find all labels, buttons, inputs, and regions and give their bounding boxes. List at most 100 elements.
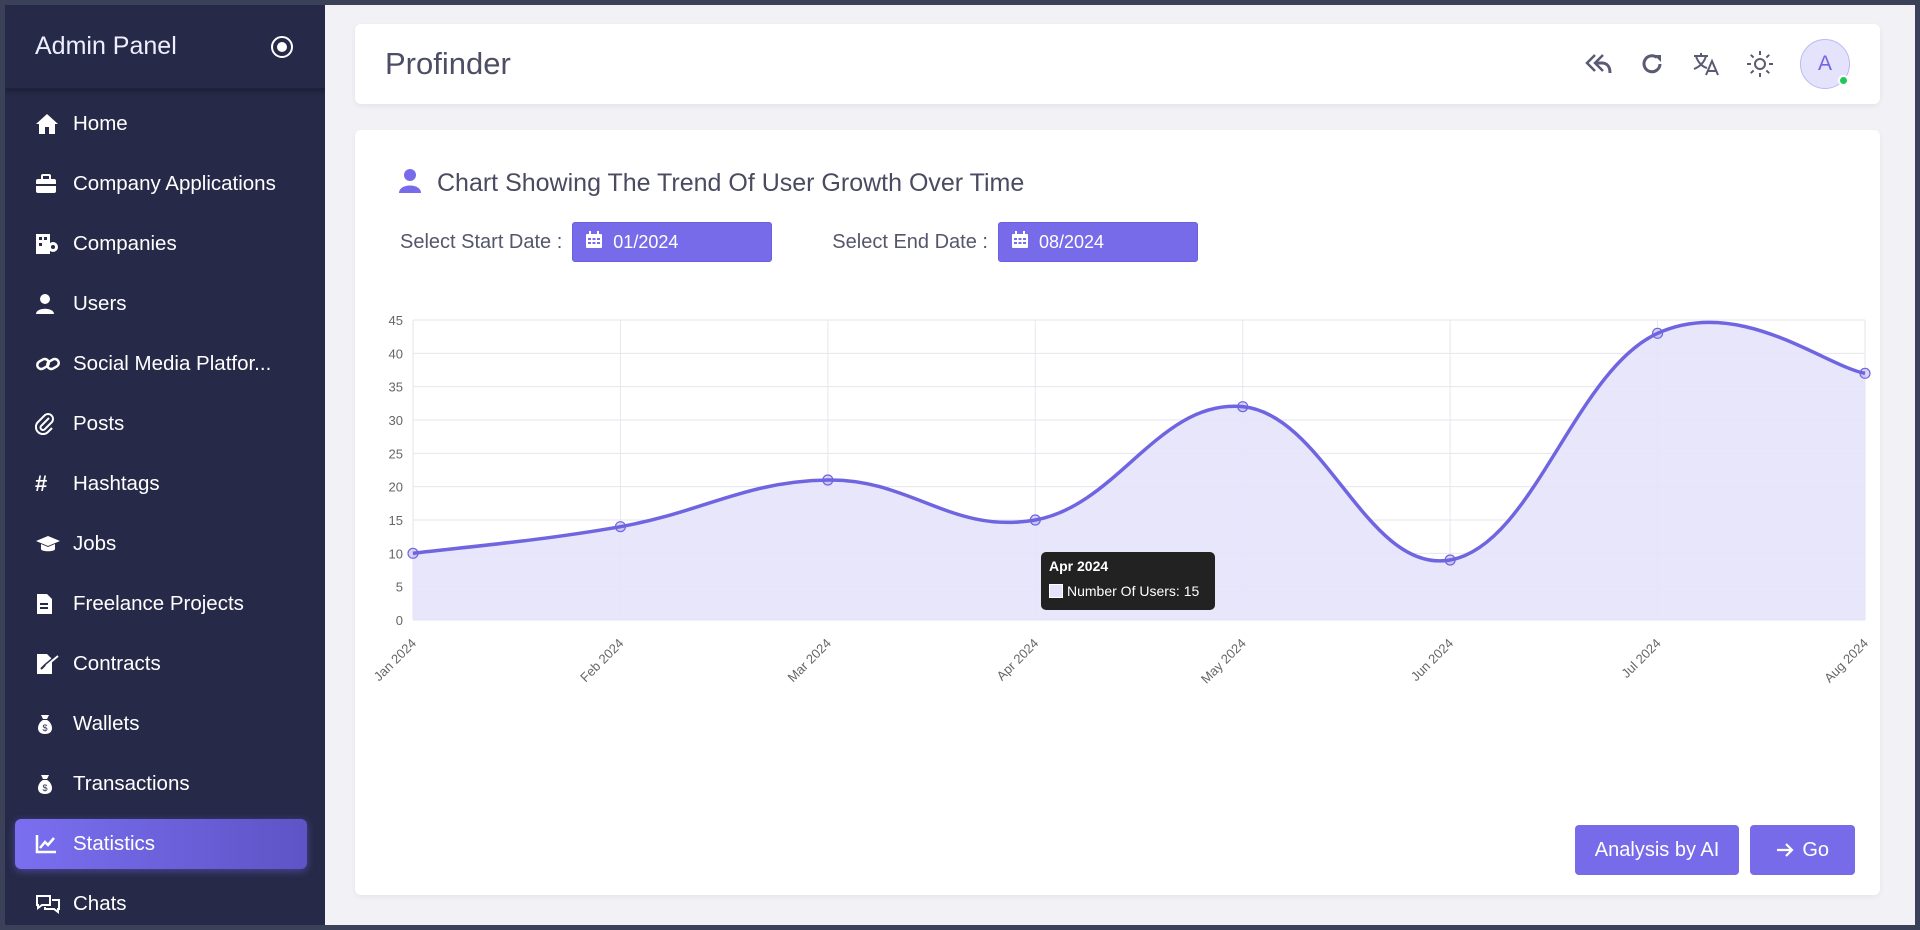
sidebar-item-label: Company Applications bbox=[73, 172, 276, 195]
x-tick-label: May 2024 bbox=[1198, 636, 1249, 687]
translate-icon[interactable] bbox=[1692, 50, 1720, 78]
chart-line-icon bbox=[35, 834, 61, 854]
home-icon bbox=[35, 113, 61, 135]
avatar[interactable]: A bbox=[1800, 39, 1850, 89]
sidebar-item-label: Users bbox=[73, 292, 127, 315]
action-buttons: Analysis by AI Go bbox=[1574, 825, 1855, 875]
end-date-label: Select End Date : bbox=[832, 230, 988, 253]
start-date-value: 01/2024 bbox=[613, 231, 679, 252]
file-signature-icon bbox=[35, 653, 61, 675]
go-button[interactable]: Go bbox=[1750, 825, 1855, 875]
y-tick-label: 20 bbox=[389, 480, 403, 495]
refresh-icon[interactable] bbox=[1638, 50, 1666, 78]
y-tick-label: 25 bbox=[389, 446, 403, 461]
sidebar-item-chats[interactable]: Chats bbox=[15, 879, 307, 925]
data-point bbox=[822, 474, 834, 486]
y-tick-label: 5 bbox=[396, 580, 403, 595]
topbar: Profinder A bbox=[355, 24, 1880, 104]
sidebar-item-label: Jobs bbox=[73, 532, 117, 555]
y-tick-label: 35 bbox=[389, 380, 403, 395]
sidebar-toggle-icon[interactable] bbox=[271, 35, 293, 58]
sidebar-item-users[interactable]: Users bbox=[15, 279, 307, 329]
sidebar-header: Admin Panel bbox=[5, 5, 325, 89]
money-bag-icon: $ bbox=[35, 773, 61, 795]
y-tick-label: 30 bbox=[389, 413, 403, 428]
card-header: Chart Showing The Trend Of User Growth O… bbox=[399, 168, 1024, 199]
y-tick-label: 10 bbox=[389, 546, 403, 561]
avatar-letter: A bbox=[1817, 52, 1832, 75]
briefcase-icon bbox=[35, 174, 61, 194]
sidebar-item-posts[interactable]: Posts bbox=[15, 399, 307, 449]
topbar-actions: A bbox=[1584, 39, 1850, 89]
link-icon bbox=[35, 354, 61, 374]
main-area: Profinder A Chart Showing The Trend Of U… bbox=[325, 5, 1915, 925]
sidebar-item-companies[interactable]: Companies bbox=[15, 219, 307, 269]
sidebar-item-home[interactable]: Home bbox=[15, 99, 307, 149]
sidebar-item-label: Chats bbox=[73, 892, 127, 915]
sidebar-item-transactions[interactable]: $ Transactions bbox=[15, 759, 307, 809]
chart-tooltip: Apr 2024 Number Of Users: 15 bbox=[1041, 552, 1215, 610]
sidebar-item-label: Contracts bbox=[73, 652, 161, 675]
x-tick-label: Jun 2024 bbox=[1408, 636, 1456, 684]
user-growth-chart: 0 5 10 15 20 25 30 35 40 45 Jan 2024 Feb 2024 Mar 20… bbox=[355, 295, 1880, 745]
date-range-row: Select Start Date : 01/2024 Select End D… bbox=[400, 222, 1198, 262]
sidebar-title: Admin Panel bbox=[35, 32, 177, 60]
end-date-input[interactable]: 08/2024 bbox=[997, 222, 1198, 262]
sidebar-item-contracts[interactable]: Contracts bbox=[15, 639, 307, 689]
svg-text:$: $ bbox=[42, 783, 47, 793]
x-tick-label: Apr 2024 bbox=[993, 636, 1041, 684]
y-tick-label: 15 bbox=[389, 513, 403, 528]
brand-title: Profinder bbox=[385, 46, 511, 81]
sidebar-item-label: Freelance Projects bbox=[73, 592, 244, 615]
sidebar-item-label: Posts bbox=[73, 412, 125, 435]
calendar-icon bbox=[1011, 230, 1029, 254]
card-title: Chart Showing The Trend Of User Growth O… bbox=[437, 169, 1025, 197]
chat-bubbles-icon bbox=[35, 893, 61, 915]
money-bag-icon: $ bbox=[35, 713, 61, 735]
tooltip-value: Number Of Users: 15 bbox=[1067, 583, 1200, 599]
analysis-button-label: Analysis by AI bbox=[1594, 838, 1720, 861]
sidebar-item-statistics[interactable]: Statistics bbox=[15, 819, 307, 869]
sidebar-item-label: Social Media Platfor... bbox=[73, 352, 272, 375]
x-tick-label: Aug 2024 bbox=[1821, 636, 1871, 686]
sidebar-item-company-applications[interactable]: Company Applications bbox=[15, 159, 307, 209]
svg-text:$: $ bbox=[42, 723, 47, 733]
data-point bbox=[1029, 514, 1041, 526]
sidebar-item-jobs[interactable]: Jobs bbox=[15, 519, 307, 569]
sidebar-item-label: Wallets bbox=[73, 712, 140, 735]
paperclip-icon bbox=[35, 413, 61, 435]
sun-icon[interactable] bbox=[1746, 50, 1774, 78]
reply-all-icon[interactable] bbox=[1584, 50, 1612, 78]
arrow-right-icon bbox=[1776, 842, 1794, 858]
x-tick-label: Mar 2024 bbox=[785, 636, 834, 685]
end-date-value: 08/2024 bbox=[1038, 231, 1105, 252]
chart-svg: 0 5 10 15 20 25 30 35 40 45 Jan 2024 Feb 2024 Mar 20… bbox=[371, 313, 1871, 687]
y-tick-label: 40 bbox=[389, 346, 403, 361]
x-tick-label: Jul 2024 bbox=[1618, 636, 1663, 681]
hashtag-icon: # bbox=[35, 471, 48, 496]
file-icon bbox=[35, 593, 61, 615]
sidebar-item-label: Statistics bbox=[73, 832, 156, 855]
sidebar-item-wallets[interactable]: $ Wallets bbox=[15, 699, 307, 749]
building-icon bbox=[35, 233, 61, 255]
x-tick-label: Jan 2024 bbox=[371, 636, 419, 684]
calendar-icon bbox=[585, 230, 603, 254]
sidebar-item-label: Transactions bbox=[73, 772, 190, 795]
data-point bbox=[1444, 554, 1456, 566]
data-point bbox=[614, 521, 627, 533]
tooltip-swatch bbox=[1049, 584, 1063, 598]
sidebar-item-social-media[interactable]: Social Media Platfor... bbox=[15, 339, 307, 389]
start-date-label: Select Start Date : bbox=[400, 230, 563, 253]
sidebar-item-hashtags[interactable]: # Hashtags bbox=[15, 459, 307, 509]
sidebar: Admin Panel Home Company Applications Co… bbox=[5, 5, 325, 925]
data-point bbox=[1237, 401, 1249, 413]
start-date-input[interactable]: 01/2024 bbox=[572, 222, 773, 262]
analysis-by-ai-button[interactable]: Analysis by AI bbox=[1574, 825, 1740, 875]
data-point bbox=[1651, 327, 1664, 339]
sidebar-item-label: Companies bbox=[73, 232, 177, 255]
y-tick-label: 45 bbox=[389, 313, 403, 328]
sidebar-item-label: Hashtags bbox=[73, 472, 160, 495]
sidebar-item-freelance-projects[interactable]: Freelance Projects bbox=[15, 579, 307, 629]
end-date-group: Select End Date : 08/2024 bbox=[832, 222, 1198, 262]
data-point bbox=[1859, 367, 1871, 379]
